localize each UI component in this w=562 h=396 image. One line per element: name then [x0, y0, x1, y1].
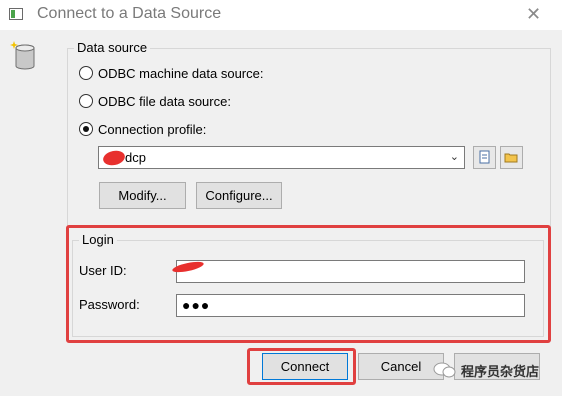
- password-value: ●●●: [182, 297, 211, 313]
- document-icon: [479, 150, 490, 164]
- user-id-label: User ID:: [79, 263, 127, 278]
- connect-button[interactable]: Connect: [262, 353, 348, 380]
- wechat-icon: [433, 362, 456, 378]
- user-id-input[interactable]: [176, 260, 525, 283]
- login-legend: Login: [79, 232, 117, 247]
- database-icon: [10, 41, 35, 70]
- datasource-legend: Data source: [74, 40, 151, 55]
- password-input[interactable]: ●●●: [176, 294, 525, 317]
- window-app-icon: [9, 8, 23, 20]
- modify-button[interactable]: Modify...: [99, 182, 186, 209]
- radio-label: ODBC machine data source:: [98, 65, 264, 81]
- title-bar: Connect to a Data Source ✕: [0, 0, 562, 30]
- radio-odbc-machine[interactable]: ODBC machine data source:: [79, 63, 263, 83]
- profile-select-value: dcp: [125, 150, 146, 165]
- window-title: Connect to a Data Source: [37, 5, 222, 22]
- cancel-button[interactable]: Cancel: [358, 353, 444, 380]
- profile-select[interactable]: dcp ⌄: [98, 146, 465, 169]
- browse-profile-button[interactable]: [500, 146, 523, 169]
- folder-icon: [504, 153, 518, 163]
- login-group: Login: [72, 232, 544, 337]
- radio-label: Connection profile:: [98, 121, 207, 137]
- radio-button[interactable]: [79, 94, 93, 108]
- chevron-down-icon[interactable]: ⌄: [450, 150, 459, 163]
- new-profile-button[interactable]: [473, 146, 496, 169]
- configure-button[interactable]: Configure...: [196, 182, 282, 209]
- close-icon[interactable]: ✕: [526, 4, 541, 25]
- watermark-text: 程序员杂货店: [461, 363, 540, 379]
- radio-odbc-file[interactable]: ODBC file data source:: [79, 91, 231, 111]
- redaction-mark: [101, 148, 127, 168]
- watermark: 程序员杂货店: [433, 360, 539, 380]
- radio-connection-profile[interactable]: Connection profile:: [79, 119, 206, 139]
- password-label: Password:: [79, 297, 140, 312]
- radio-button[interactable]: [79, 66, 93, 80]
- radio-button-selected[interactable]: [79, 122, 93, 136]
- radio-label: ODBC file data source:: [98, 93, 231, 109]
